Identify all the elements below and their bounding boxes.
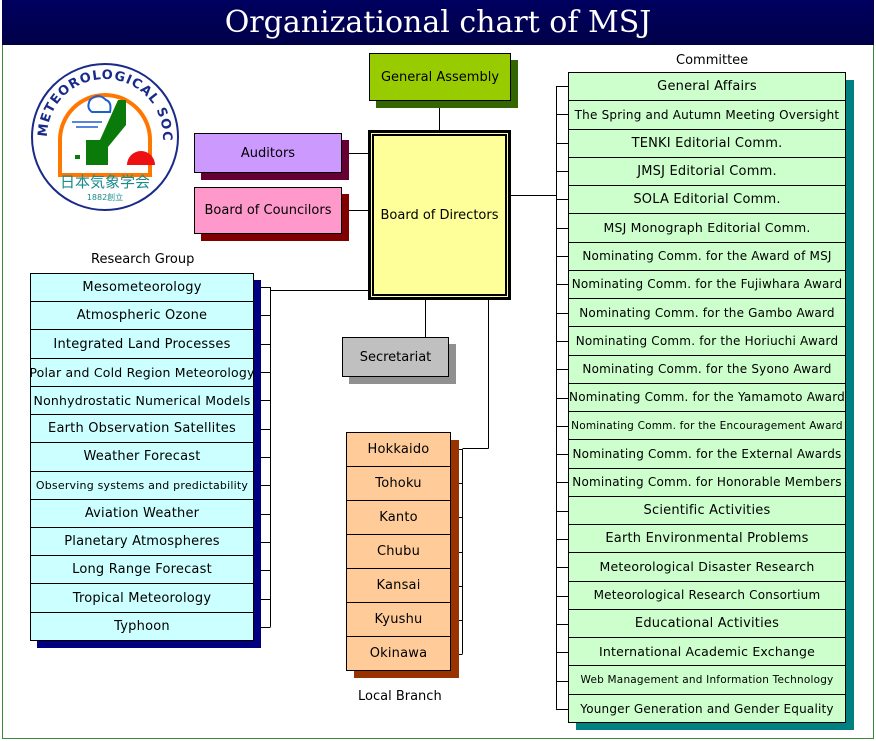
branch-list: Hokkaido Tohoku Kanto Chubu Kansai Kyushu Okin… xyxy=(346,432,451,671)
committee-item[interactable]: Nominating Comm. for the Syono Award xyxy=(569,356,845,384)
committee-item[interactable]: TENKI Editorial Comm. xyxy=(569,130,845,158)
research-item[interactable]: Weather Forecast xyxy=(31,443,253,472)
committee-item[interactable]: MSJ Monograph Editorial Comm. xyxy=(569,214,845,243)
branch-item[interactable]: Kyushu xyxy=(347,603,450,637)
research-item[interactable]: Earth Observation Satellites xyxy=(31,415,253,444)
research-item[interactable]: Long Range Forecast xyxy=(31,556,253,585)
committee-item[interactable]: Nominating Comm. for the Yamamoto Award xyxy=(569,384,845,412)
board-of-councilors-box[interactable]: Board of Councilors xyxy=(194,187,342,234)
research-list: Mesometeorology Atmospheric Ozone Integrat… xyxy=(29,273,254,641)
branch-item[interactable]: Kansai xyxy=(347,569,450,603)
general-assembly-box[interactable]: General Assembly xyxy=(369,53,511,101)
branch-item[interactable]: Tohoku xyxy=(347,467,450,501)
research-item[interactable]: Tropical Meteorology xyxy=(31,584,253,613)
committee-item[interactable]: Nominating Comm. for the Encouragement A… xyxy=(569,412,845,441)
committee-item[interactable]: JMSJ Editorial Comm. xyxy=(569,158,845,186)
committee-item[interactable]: Nominating Comm. for the External Awards xyxy=(569,440,845,469)
research-item[interactable]: Polar and Cold Region Meteorology xyxy=(29,359,254,387)
committee-item[interactable]: International Academic Exchange xyxy=(569,638,845,667)
research-item[interactable]: Nonhydrostatic Numerical Models xyxy=(31,387,253,416)
committee-list: General Affairs The Spring and Autumn Mee… xyxy=(568,72,846,723)
research-item[interactable]: Aviation Weather xyxy=(31,500,253,528)
committee-item[interactable]: Earth Environmental Problems xyxy=(569,525,845,554)
committee-item[interactable]: Nominating Comm. for the Fujiwhara Award xyxy=(569,271,845,299)
research-item[interactable]: Typhoon xyxy=(31,613,253,641)
branch-item[interactable]: Hokkaido xyxy=(347,433,450,467)
committee-item[interactable]: General Affairs xyxy=(569,73,845,102)
board-of-directors-box[interactable]: Board of Directors xyxy=(368,130,511,300)
research-item[interactable]: Observing systems and predictability xyxy=(31,472,253,500)
branch-item[interactable]: Okinawa xyxy=(347,637,450,671)
committee-item[interactable]: SOLA Editorial Comm. xyxy=(569,186,845,215)
committee-heading: Committee xyxy=(676,53,749,68)
branch-item[interactable]: Kanto xyxy=(347,501,450,535)
committee-item[interactable]: Nominating Comm. for the Gambo Award xyxy=(569,299,845,328)
committee-item[interactable]: Educational Activities xyxy=(569,610,845,638)
committee-item[interactable]: Younger Generation and Gender Equality xyxy=(569,695,845,723)
branch-heading: Local Branch xyxy=(358,689,442,704)
committee-item[interactable]: Meteorological Disaster Research xyxy=(569,553,845,582)
committee-item[interactable]: Nominating Comm. for the Horiuchi Award xyxy=(569,327,845,356)
research-heading: Research Group xyxy=(91,252,195,267)
committee-item[interactable]: The Spring and Autumn Meeting Oversight xyxy=(569,101,845,130)
research-item[interactable]: Atmospheric Ozone xyxy=(31,302,253,331)
committee-item[interactable]: Meteorological Research Consortium xyxy=(569,582,845,610)
committee-item[interactable]: Nominating Comm. for Honorable Members xyxy=(569,469,845,497)
committee-item[interactable]: Web Management and Information Technolog… xyxy=(569,666,845,695)
research-item[interactable]: Integrated Land Processes xyxy=(31,330,253,359)
research-item[interactable]: Mesometeorology xyxy=(31,274,253,303)
secretariat-box[interactable]: Secretariat xyxy=(342,337,449,377)
research-item[interactable]: Planetary Atmospheres xyxy=(31,528,253,557)
committee-item[interactable]: Scientific Activities xyxy=(569,497,845,525)
committee-item[interactable]: Nominating Comm. for the Award of MSJ xyxy=(569,243,845,271)
auditors-box[interactable]: Auditors xyxy=(194,133,342,173)
branch-item[interactable]: Chubu xyxy=(347,535,450,569)
